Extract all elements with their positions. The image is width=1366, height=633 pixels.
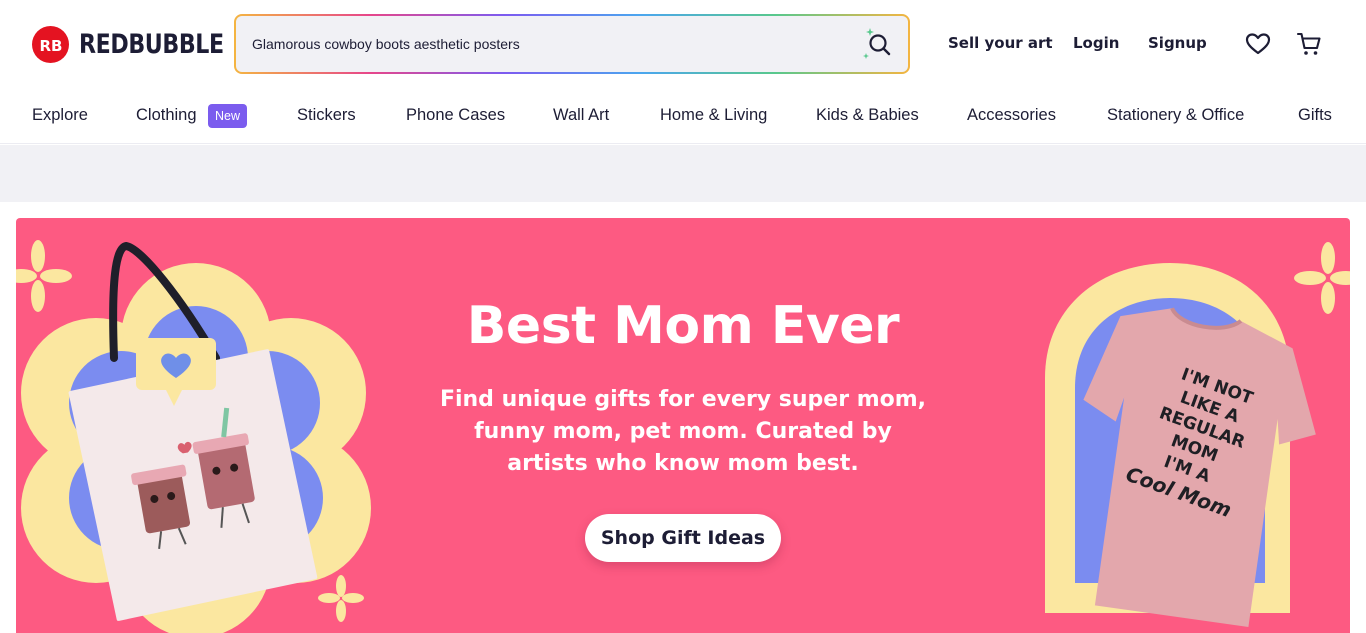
nav-item-stickers[interactable]: Stickers bbox=[297, 106, 356, 125]
sell-your-art-link[interactable]: Sell your art bbox=[948, 34, 1053, 52]
tote-bag-illustration bbox=[16, 240, 371, 633]
category-nav: Explore Clothing Stickers Phone Cases Wa… bbox=[0, 88, 1366, 144]
nav-item-wall-art[interactable]: Wall Art bbox=[553, 106, 609, 125]
nav-item-accessories[interactable]: Accessories bbox=[967, 106, 1056, 125]
hero-title: Best Mom Ever bbox=[466, 296, 900, 356]
heart-icon bbox=[1245, 33, 1271, 55]
redbubble-logo[interactable]: RB REDBUBBLE bbox=[32, 26, 255, 63]
hero-banner: I'M NOT LIKE A REGULAR MOM I'M A Cool Mo… bbox=[16, 218, 1350, 633]
nav-item-phone-cases[interactable]: Phone Cases bbox=[406, 106, 505, 125]
cart-button[interactable] bbox=[1294, 29, 1324, 59]
cart-icon bbox=[1296, 32, 1321, 55]
search-icon bbox=[863, 28, 891, 59]
shop-gift-ideas-button[interactable]: Shop Gift Ideas bbox=[585, 514, 781, 562]
logo-mark: RB bbox=[32, 26, 69, 63]
nav-item-gifts[interactable]: Gifts bbox=[1298, 106, 1332, 125]
nav-item-stationery-office[interactable]: Stationery & Office bbox=[1107, 106, 1244, 125]
promo-strip bbox=[0, 145, 1366, 202]
nav-item-home-living[interactable]: Home & Living bbox=[660, 106, 767, 125]
logo-text: REDBUBBLE bbox=[79, 29, 224, 60]
favorites-button[interactable] bbox=[1243, 29, 1273, 59]
search-input[interactable] bbox=[252, 16, 842, 72]
search-button[interactable] bbox=[860, 26, 896, 62]
hero-subtitle: Find unique gifts for every super mom, f… bbox=[439, 387, 927, 476]
nav-item-explore[interactable]: Explore bbox=[32, 106, 88, 125]
login-link[interactable]: Login bbox=[1073, 34, 1119, 52]
tshirt-illustration: I'M NOT LIKE A REGULAR MOM I'M A Cool Mo… bbox=[1045, 242, 1350, 627]
signup-link[interactable]: Signup bbox=[1148, 34, 1207, 52]
nav-item-kids-babies[interactable]: Kids & Babies bbox=[816, 106, 919, 125]
new-badge: New bbox=[208, 104, 248, 128]
nav-item-clothing[interactable]: Clothing bbox=[136, 106, 197, 125]
logo-mark-text: RB bbox=[39, 37, 62, 55]
search-bar bbox=[234, 14, 910, 74]
site-header: RB REDBUBBLE Sell your art Login Signup bbox=[0, 0, 1366, 88]
